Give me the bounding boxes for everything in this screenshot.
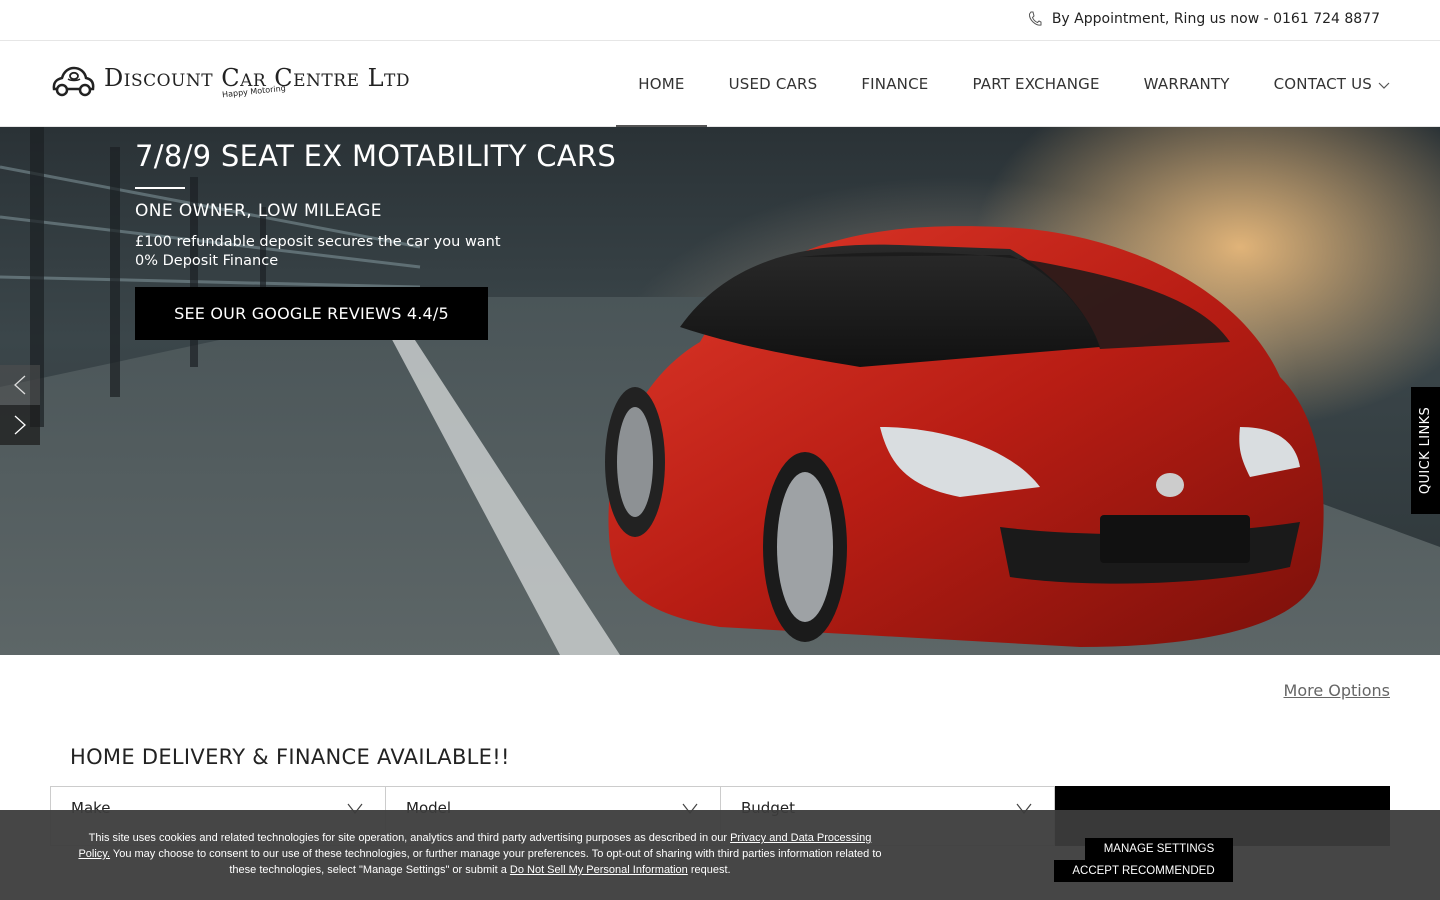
- phone-text: By Appointment, Ring us now - 0161 724 8…: [1051, 11, 1380, 27]
- nav-part-exchange[interactable]: PART EXCHANGE: [950, 41, 1121, 127]
- nav-finance[interactable]: FINANCE: [839, 41, 950, 127]
- nav-home[interactable]: HOME: [616, 41, 707, 127]
- chevron-down-icon: [1378, 82, 1390, 89]
- nav-contact-us-label: CONTACT US: [1273, 75, 1372, 93]
- nav-home-label: HOME: [638, 75, 685, 93]
- site-logo[interactable]: Discount Car Centre Ltd Happy Motoring: [50, 63, 410, 99]
- site-header: Discount Car Centre Ltd Happy Motoring H…: [0, 41, 1440, 127]
- cookie-text-part2: You may choose to consent to our use of …: [110, 848, 882, 876]
- search-section-title: HOME DELIVERY & FINANCE AVAILABLE!!: [70, 745, 510, 769]
- hero-deposit-text: £100 refundable deposit secures the car …: [135, 234, 501, 250]
- nav-warranty-label: WARRANTY: [1143, 75, 1230, 93]
- slider-prev-button[interactable]: [0, 365, 40, 405]
- manage-settings-button[interactable]: MANAGE SETTINGS: [1085, 838, 1233, 860]
- cookie-text-part1: This site uses cookies and related techn…: [88, 832, 731, 844]
- do-not-sell-link[interactable]: Do Not Sell My Personal Information: [510, 864, 688, 876]
- hero-slider: 7/8/9 SEAT EX MOTABILITY CARS ONE OWNER,…: [0, 127, 1440, 655]
- hero-caption: 7/8/9 SEAT EX MOTABILITY CARS ONE OWNER,…: [135, 139, 616, 340]
- google-reviews-button[interactable]: SEE OUR GOOGLE REVIEWS 4.4/5: [135, 287, 488, 340]
- chevron-left-icon: [14, 375, 26, 395]
- nav-part-exchange-label: PART EXCHANGE: [972, 75, 1100, 93]
- car-logo-icon: [52, 66, 95, 97]
- hero-divider: [135, 187, 185, 189]
- quick-links-tab[interactable]: QUICK LINKS: [1411, 387, 1440, 514]
- nav-finance-label: FINANCE: [861, 75, 929, 93]
- hero-finance-text: 0% Deposit Finance: [135, 253, 279, 269]
- phone-contact[interactable]: By Appointment, Ring us now - 0161 724 8…: [1028, 11, 1380, 27]
- more-options-link[interactable]: More Options: [1284, 681, 1390, 700]
- nav-warranty[interactable]: WARRANTY: [1122, 41, 1252, 127]
- accept-recommended-button[interactable]: ACCEPT RECOMMENDED: [1054, 860, 1233, 882]
- hero-title: 7/8/9 SEAT EX MOTABILITY CARS: [135, 139, 617, 173]
- quick-links-label: QUICK LINKS: [1418, 406, 1434, 495]
- nav-contact-us[interactable]: CONTACT US: [1252, 41, 1390, 127]
- cookie-text-part3: request.: [687, 864, 731, 876]
- nav-used-cars[interactable]: USED CARS: [707, 41, 840, 127]
- cookie-consent-text: This site uses cookies and related techn…: [72, 830, 888, 878]
- hero-subtitle: ONE OWNER, LOW MILEAGE: [135, 201, 382, 221]
- main-nav: HOME USED CARS FINANCE PART EXCHANGE WAR…: [616, 41, 1390, 127]
- slider-next-button[interactable]: [0, 405, 40, 445]
- phone-icon: [1028, 11, 1042, 26]
- nav-used-cars-label: USED CARS: [728, 75, 818, 93]
- top-bar: By Appointment, Ring us now - 0161 724 8…: [0, 0, 1440, 41]
- chevron-right-icon: [14, 415, 26, 435]
